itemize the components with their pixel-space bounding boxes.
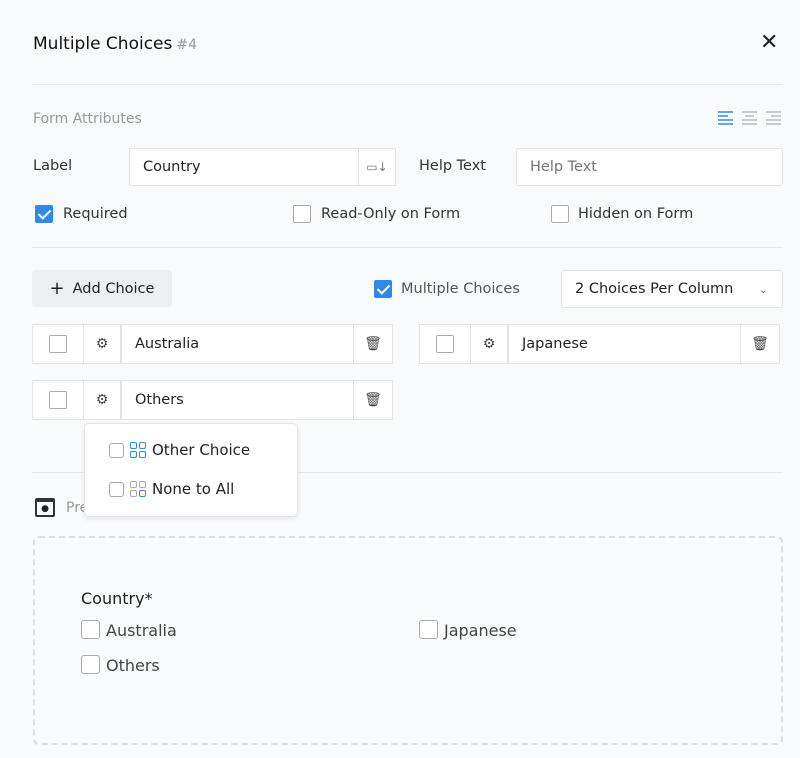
label-input[interactable]: Country: [129, 148, 359, 186]
per-column-value: 2 Choices Per Column: [575, 281, 734, 297]
choice-default-cell: [32, 324, 84, 364]
grid-icon: [130, 481, 146, 497]
required-label: Required: [63, 206, 128, 222]
read-only-checkbox[interactable]: [293, 205, 311, 223]
hidden-checkbox[interactable]: [551, 205, 569, 223]
choice-settings-button[interactable]: ⚙: [83, 380, 121, 420]
alignment-toggle[interactable]: [718, 110, 782, 126]
menu-item-label: None to All: [152, 480, 235, 498]
chevron-down-icon: ⌄: [758, 282, 768, 296]
choice-checkbox[interactable]: [49, 391, 67, 409]
field-number: #4: [176, 37, 198, 53]
help-text-field[interactable]: [516, 148, 783, 186]
section-label: Form Attributes: [33, 111, 142, 127]
divider: [32, 84, 783, 85]
choice-value: Australia: [135, 336, 200, 352]
preview-option-label: Others: [106, 656, 160, 675]
align-center-icon: [742, 111, 757, 125]
add-choice-button[interactable]: + Add Choice: [32, 270, 172, 307]
other-choice-checkbox[interactable]: [109, 442, 124, 458]
grid-icon: [130, 442, 146, 458]
gear-icon: ⚙: [95, 336, 109, 352]
align-left-icon: [718, 111, 733, 125]
menu-item-label: Other Choice: [152, 441, 251, 459]
delete-choice-button[interactable]: 🗑: [353, 324, 393, 364]
label-value: Country: [143, 159, 201, 175]
preview-checkbox[interactable]: [81, 655, 100, 674]
choice-checkbox[interactable]: [49, 335, 67, 353]
choice-default-cell: [419, 324, 471, 364]
help-text-caption: Help Text: [419, 158, 486, 174]
preview-option-label: Australia: [106, 621, 177, 640]
choice-default-cell: [32, 380, 84, 420]
close-icon[interactable]: ✕: [760, 32, 778, 54]
align-right-icon: [766, 111, 781, 125]
choice-settings-button[interactable]: ⚙: [83, 324, 121, 364]
gear-icon: ⚙: [482, 336, 496, 352]
choice-input[interactable]: Australia: [121, 324, 354, 364]
add-choice-label: Add Choice: [72, 280, 155, 297]
none-to-all-checkbox[interactable]: [109, 481, 124, 497]
trash-icon: 🗑: [751, 336, 769, 352]
hidden-label: Hidden on Form: [578, 206, 694, 222]
preview-field-label: Country*: [81, 589, 153, 608]
delete-choice-button[interactable]: 🗑: [353, 380, 393, 420]
gear-icon: ⚙: [95, 392, 109, 408]
choice-settings-button[interactable]: ⚙: [470, 324, 508, 364]
text-format-icon: ▭↓: [366, 160, 388, 174]
preview-area: Country* Australia Japanese Others: [33, 536, 783, 745]
choice-input[interactable]: Others: [121, 380, 354, 420]
label-caption: Label: [33, 158, 73, 174]
help-text-input[interactable]: [517, 149, 782, 185]
choice-input[interactable]: Japanese: [508, 324, 741, 364]
preview-checkbox[interactable]: [81, 620, 100, 639]
delete-choice-button[interactable]: 🗑: [740, 324, 780, 364]
choice-value: Others: [135, 392, 184, 408]
menu-item-none-to-all[interactable]: None to All: [109, 480, 234, 498]
choice-settings-menu: Other Choice None to All: [84, 423, 298, 517]
plus-icon: +: [49, 278, 65, 299]
multiple-choices-label: Multiple Choices: [401, 281, 520, 297]
preview-option-label: Japanese: [444, 621, 517, 640]
preview-checkbox[interactable]: [419, 620, 438, 639]
multiple-choices-checkbox[interactable]: [374, 280, 392, 298]
divider: [32, 247, 783, 248]
choice-value: Japanese: [522, 336, 588, 352]
menu-item-other-choice[interactable]: Other Choice: [109, 441, 250, 459]
read-only-label: Read-Only on Form: [321, 206, 461, 222]
choice-checkbox[interactable]: [436, 335, 454, 353]
title-text: Multiple Choices: [33, 34, 173, 54]
required-checkbox[interactable]: [35, 205, 53, 223]
trash-icon: 🗑: [364, 336, 382, 352]
dialog-title: Multiple Choices #4: [33, 34, 197, 54]
preview-eye-icon: ●: [35, 498, 55, 517]
choices-per-column-select[interactable]: 2 Choices Per Column ⌄: [561, 270, 783, 308]
label-format-button[interactable]: ▭↓: [358, 148, 396, 186]
trash-icon: 🗑: [364, 392, 382, 408]
